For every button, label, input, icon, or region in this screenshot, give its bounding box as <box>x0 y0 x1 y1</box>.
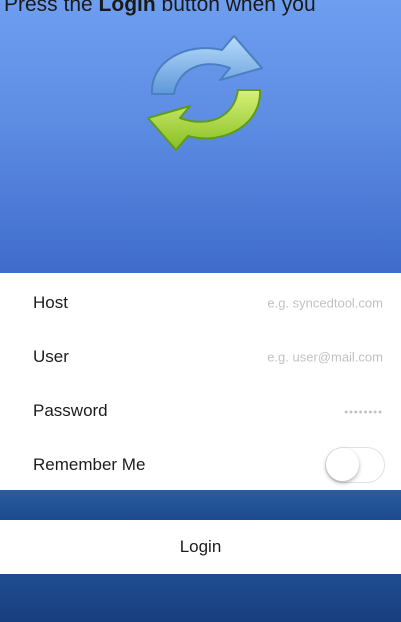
password-label: Password <box>33 401 108 420</box>
user-input[interactable] <box>163 349 383 365</box>
login-screen: Press the Login button when you Host e.g… <box>0 0 401 622</box>
user-label: User <box>33 347 69 366</box>
user-row: User <box>0 330 401 384</box>
host-input[interactable] <box>163 295 383 311</box>
remember-label: Remember Me <box>33 455 146 474</box>
login-button[interactable]: Login <box>0 520 401 574</box>
toggle-knob <box>326 448 359 481</box>
caption-suffix: button when you <box>155 0 316 16</box>
host-label: Host <box>33 293 68 312</box>
sync-arrows-icon <box>147 35 263 151</box>
app-header <box>0 0 401 273</box>
password-input[interactable] <box>163 403 383 419</box>
login-bar: Login <box>0 520 401 574</box>
footer-band <box>0 574 401 622</box>
caption-bold: Login <box>98 0 156 16</box>
caption-prefix: Press the <box>4 0 99 16</box>
divider-band <box>0 490 401 520</box>
login-form: Host User Password Remember Me <box>0 273 401 490</box>
remember-row: Remember Me <box>0 438 401 492</box>
remember-toggle[interactable] <box>325 447 385 483</box>
host-row: Host <box>0 276 401 330</box>
instruction-caption: Press the Login button when you <box>4 0 316 17</box>
password-row: Password <box>0 384 401 438</box>
